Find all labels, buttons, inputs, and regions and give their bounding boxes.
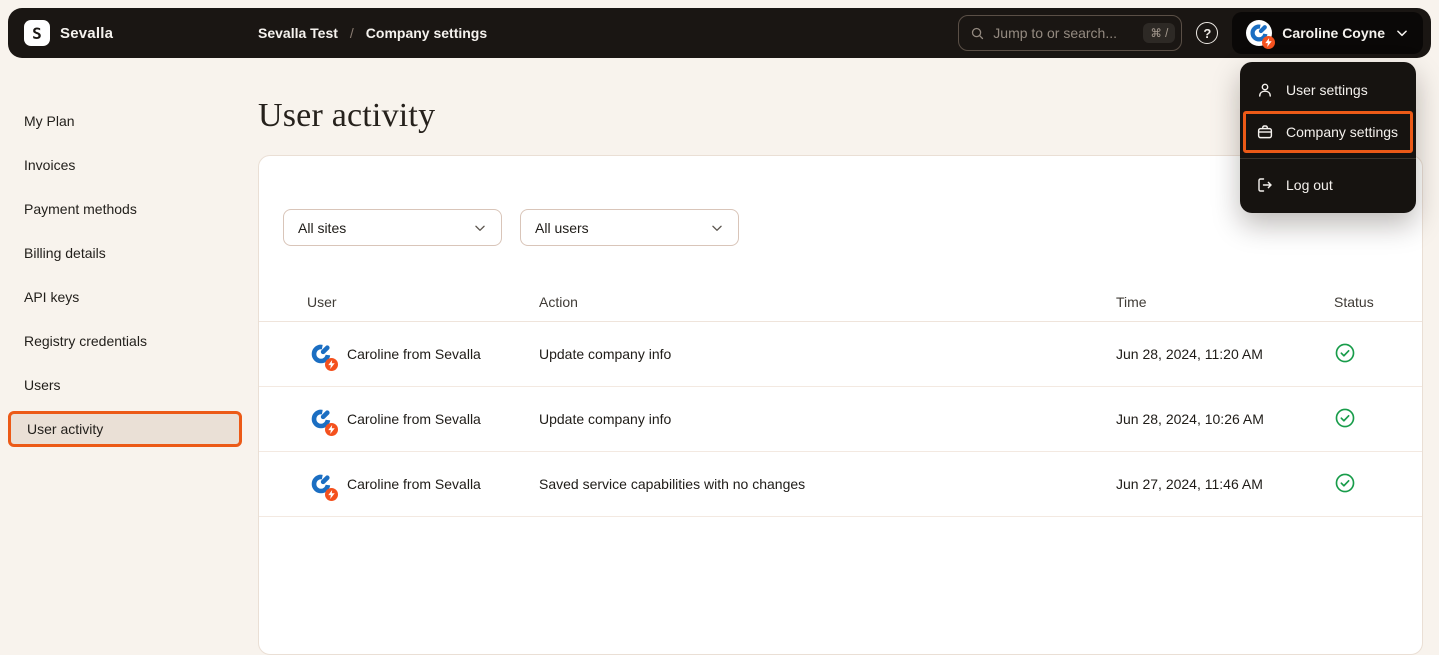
help-icon[interactable]: ? bbox=[1196, 22, 1218, 44]
user-avatar bbox=[1246, 20, 1272, 46]
user-name: Caroline Coyne bbox=[1282, 25, 1385, 41]
column-header-status: Status bbox=[1334, 294, 1422, 310]
sidebar-item-api-keys[interactable]: API keys bbox=[8, 279, 242, 315]
status-success-icon bbox=[1334, 407, 1422, 432]
table-header-row: User Action Time Status bbox=[259, 282, 1422, 322]
avatar-badge-icon bbox=[1262, 36, 1275, 49]
user-activity-card: All sites All users User Action Time Sta… bbox=[258, 155, 1423, 655]
row-user-avatar bbox=[307, 470, 335, 498]
brand-name: Sevalla bbox=[60, 25, 113, 42]
users-filter-value: All users bbox=[535, 220, 589, 236]
search-placeholder: Jump to or search... bbox=[993, 25, 1117, 41]
sidebar-item-label: My Plan bbox=[24, 113, 75, 129]
sidebar-item-users[interactable]: Users bbox=[8, 367, 242, 403]
sites-filter-value: All sites bbox=[298, 220, 346, 236]
sidebar-item-registry-credentials[interactable]: Registry credentials bbox=[8, 323, 242, 359]
sidebar-item-label: Billing details bbox=[24, 245, 106, 261]
sidebar-item-invoices[interactable]: Invoices bbox=[8, 147, 242, 183]
row-action: Update company info bbox=[539, 346, 1116, 362]
user-dropdown-menu: User settings Company settings Log out bbox=[1240, 62, 1416, 213]
briefcase-icon bbox=[1256, 123, 1274, 141]
avatar-badge-icon bbox=[325, 423, 338, 436]
menu-item-company-settings[interactable]: Company settings bbox=[1240, 111, 1416, 153]
sidebar-item-label: API keys bbox=[24, 289, 79, 305]
avatar-badge-icon bbox=[325, 358, 338, 371]
avatar-badge-icon bbox=[325, 488, 338, 501]
menu-item-label: User settings bbox=[1286, 82, 1368, 98]
row-user-avatar bbox=[307, 405, 335, 433]
search-input[interactable]: Jump to or search... ⌘ / bbox=[958, 15, 1182, 51]
row-action: Saved service capabilities with no chang… bbox=[539, 476, 1116, 492]
logout-icon bbox=[1256, 176, 1274, 194]
sidebar-item-billing-details[interactable]: Billing details bbox=[8, 235, 242, 271]
sidebar-item-label: Payment methods bbox=[24, 201, 137, 217]
sidebar-item-user-activity[interactable]: User activity bbox=[8, 411, 242, 447]
sidebar-item-payment-methods[interactable]: Payment methods bbox=[8, 191, 242, 227]
row-time: Jun 28, 2024, 11:20 AM bbox=[1116, 346, 1334, 362]
row-user-name: Caroline from Sevalla bbox=[347, 411, 481, 427]
breadcrumb-page: Company settings bbox=[366, 25, 487, 41]
status-success-icon bbox=[1334, 472, 1422, 497]
settings-sidebar: My Plan Invoices Payment methods Billing… bbox=[8, 103, 242, 455]
chevron-down-icon bbox=[473, 221, 487, 235]
breadcrumb: Sevalla Test / Company settings bbox=[258, 8, 487, 58]
user-menu-button[interactable]: Caroline Coyne bbox=[1232, 12, 1423, 54]
table-row: Caroline from Sevalla Update company inf… bbox=[259, 387, 1422, 452]
row-time: Jun 28, 2024, 10:26 AM bbox=[1116, 411, 1334, 427]
column-header-action: Action bbox=[539, 294, 1116, 310]
search-shortcut-kbd: ⌘ / bbox=[1143, 23, 1175, 43]
row-user-avatar bbox=[307, 340, 335, 368]
sidebar-item-label: Invoices bbox=[24, 157, 75, 173]
menu-item-label: Company settings bbox=[1286, 124, 1398, 140]
row-action: Update company info bbox=[539, 411, 1116, 427]
breadcrumb-project[interactable]: Sevalla Test bbox=[258, 25, 338, 41]
search-icon bbox=[970, 26, 985, 41]
menu-item-label: Log out bbox=[1286, 177, 1333, 193]
brand[interactable]: S Sevalla bbox=[24, 20, 113, 46]
chevron-down-icon bbox=[1395, 26, 1409, 40]
sidebar-item-label: Registry credentials bbox=[24, 333, 147, 349]
chevron-down-icon bbox=[710, 221, 724, 235]
table-row: Caroline from Sevalla Saved service capa… bbox=[259, 452, 1422, 517]
row-user-name: Caroline from Sevalla bbox=[347, 346, 481, 362]
activity-table: User Action Time Status Caroline from Se… bbox=[259, 282, 1422, 517]
row-user-name: Caroline from Sevalla bbox=[347, 476, 481, 492]
sidebar-item-label: Users bbox=[24, 377, 61, 393]
sites-filter-select[interactable]: All sites bbox=[283, 209, 502, 246]
user-icon bbox=[1256, 81, 1274, 99]
page-title: User activity bbox=[258, 97, 435, 135]
top-navbar: S Sevalla Sevalla Test / Company setting… bbox=[8, 8, 1431, 58]
menu-item-log-out[interactable]: Log out bbox=[1240, 164, 1416, 206]
help-glyph: ? bbox=[1203, 26, 1211, 41]
menu-item-user-settings[interactable]: User settings bbox=[1240, 69, 1416, 111]
breadcrumb-separator: / bbox=[350, 25, 354, 41]
column-header-time: Time bbox=[1116, 294, 1334, 310]
users-filter-select[interactable]: All users bbox=[520, 209, 739, 246]
sidebar-item-my-plan[interactable]: My Plan bbox=[8, 103, 242, 139]
status-success-icon bbox=[1334, 342, 1422, 367]
sevalla-logo-icon: S bbox=[24, 20, 50, 46]
menu-divider bbox=[1240, 158, 1416, 159]
sidebar-item-label: User activity bbox=[27, 421, 103, 437]
row-time: Jun 27, 2024, 11:46 AM bbox=[1116, 476, 1334, 492]
column-header-user: User bbox=[307, 294, 539, 310]
brand-initial: S bbox=[32, 24, 42, 43]
table-row: Caroline from Sevalla Update company inf… bbox=[259, 322, 1422, 387]
